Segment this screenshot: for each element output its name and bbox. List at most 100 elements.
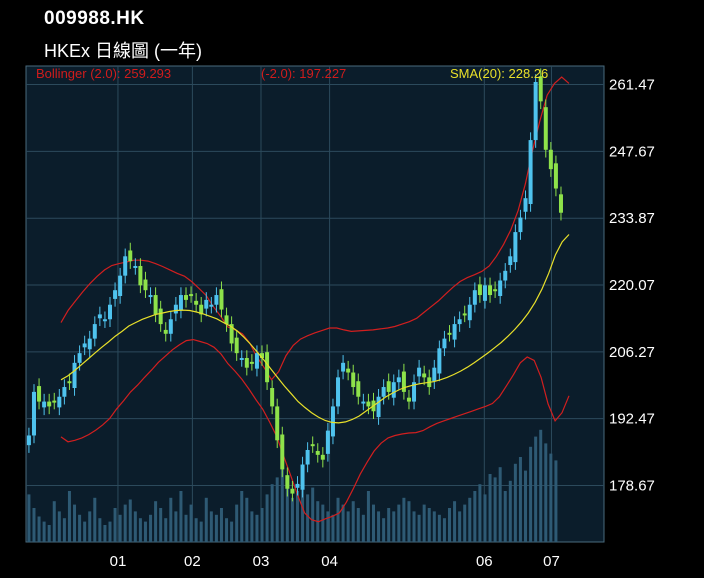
candle-body	[123, 256, 128, 276]
volume-bar	[128, 499, 132, 542]
legend-bollinger-upper: Bollinger (2.0): 259.293	[36, 66, 171, 81]
volume-bar	[518, 457, 522, 542]
volume-bar	[407, 501, 411, 542]
candle-body	[26, 435, 31, 446]
candle-body	[158, 308, 163, 325]
candle-body	[275, 406, 280, 441]
plot-area	[25, 65, 605, 543]
volume-bar	[42, 521, 46, 542]
volume-bar	[412, 511, 416, 542]
y-tick-label: 261.47	[609, 77, 655, 94]
candle-body	[163, 329, 168, 334]
volume-bar	[290, 497, 294, 542]
volume-bar	[225, 518, 229, 542]
candle-body	[376, 396, 381, 418]
volume-bar	[73, 504, 77, 542]
candle-body	[437, 348, 442, 374]
volume-bar	[255, 514, 259, 542]
volume-bar	[235, 504, 239, 542]
candle-body	[173, 304, 178, 314]
candle-body	[52, 400, 57, 403]
volume-bar	[159, 508, 163, 542]
volume-bar	[27, 494, 31, 542]
candle-body	[97, 314, 102, 319]
volume-bar	[78, 514, 82, 542]
candle-body	[467, 304, 472, 321]
volume-bar	[397, 504, 401, 542]
volume-bar	[427, 508, 431, 542]
x-tick-label: 02	[184, 553, 201, 570]
candle-body	[336, 377, 341, 407]
candle-body	[148, 295, 153, 298]
volume-bar	[138, 518, 142, 542]
volume-bar	[513, 463, 517, 542]
candle-body	[280, 434, 285, 470]
volume-bar	[230, 521, 234, 542]
x-tick-label: 01	[110, 553, 127, 570]
volume-bar	[204, 497, 208, 542]
candle-body	[462, 313, 467, 316]
candle-body	[234, 337, 239, 354]
candle-body	[244, 357, 249, 368]
volume-bar	[214, 514, 218, 542]
candle-body	[310, 444, 315, 447]
candle-body	[320, 454, 325, 460]
volume-bar	[473, 491, 477, 542]
volume-bar	[336, 497, 340, 542]
legend-sma: SMA(20): 228.26	[450, 66, 548, 81]
candle-body	[315, 450, 320, 455]
volume-bar	[549, 453, 553, 542]
volume-bar	[422, 504, 426, 542]
volume-bar	[108, 521, 112, 542]
volume-bar	[149, 514, 153, 542]
candle-body	[219, 289, 224, 310]
candle-body	[209, 304, 214, 307]
candle-body	[290, 488, 295, 494]
candle-body	[477, 284, 482, 296]
volume-bar	[275, 477, 279, 542]
volume-bar	[534, 436, 538, 542]
volume-bar	[483, 494, 487, 542]
volume-bar	[524, 470, 528, 542]
x-tick-label: 03	[253, 553, 270, 570]
volume-bar	[199, 521, 203, 542]
candle-body	[543, 107, 548, 150]
candle-body	[42, 401, 47, 408]
volume-bar	[321, 504, 325, 542]
candle-body	[548, 149, 553, 170]
chart-subtitle: HKEx 日線圖 (一年)	[44, 41, 203, 61]
volume-bar	[311, 487, 315, 542]
volume-bar	[103, 525, 107, 542]
volume-bar	[260, 508, 264, 542]
volume-bar	[245, 497, 249, 542]
volume-bar	[377, 511, 381, 542]
candle-body	[133, 265, 138, 268]
candle-body	[452, 324, 457, 340]
candle-body	[113, 290, 118, 299]
volume-bar	[371, 504, 375, 542]
candle-body	[325, 430, 330, 454]
volume-bar	[184, 514, 188, 542]
candle-body	[37, 386, 42, 402]
volume-bar	[331, 514, 335, 542]
volume-bar	[453, 501, 457, 542]
volume-bar	[493, 477, 497, 542]
volume-bar	[250, 511, 254, 542]
candle-body	[341, 362, 346, 372]
volume-bar	[346, 511, 350, 542]
candle-body	[92, 324, 97, 339]
volume-bar	[554, 460, 558, 542]
candle-body	[118, 275, 123, 297]
candle-body	[488, 285, 493, 296]
candle-body	[67, 381, 72, 384]
candle-body	[62, 387, 67, 397]
candle-body	[285, 475, 290, 489]
candle-body	[447, 332, 452, 335]
volume-bar	[356, 508, 360, 542]
volume-bar	[432, 511, 436, 542]
candle-body	[553, 163, 558, 189]
candle-body	[482, 285, 487, 301]
volume-bar	[341, 504, 345, 542]
volume-bar	[488, 474, 492, 542]
x-tick-label: 07	[543, 553, 560, 570]
